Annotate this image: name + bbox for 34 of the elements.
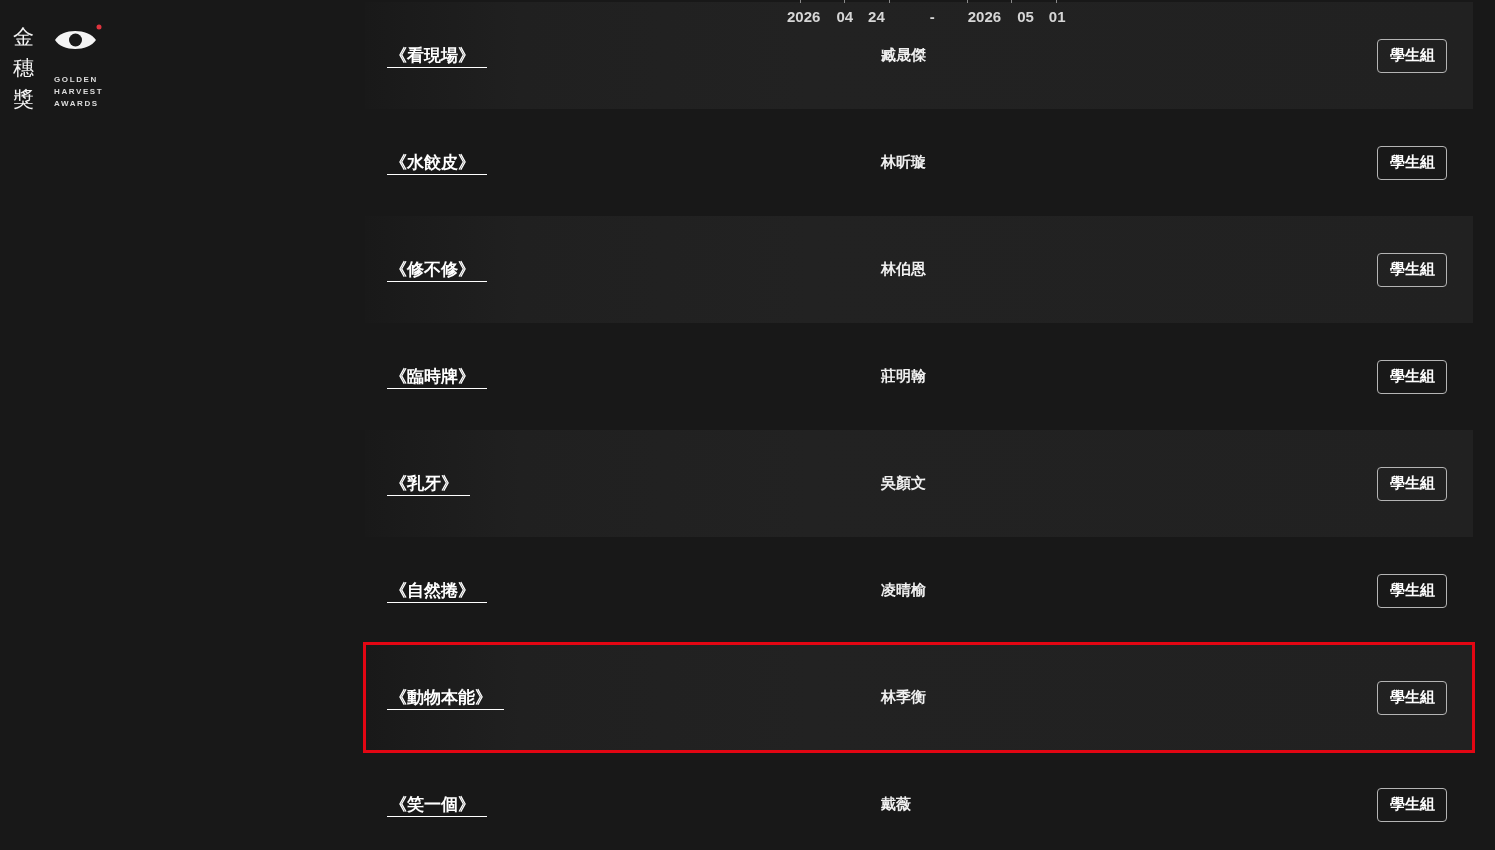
date-day[interactable]: 24 bbox=[868, 7, 885, 27]
category-button[interactable]: 學生組 bbox=[1377, 680, 1447, 715]
film-title-link[interactable]: 《笑一個》 bbox=[387, 792, 487, 817]
category-button[interactable]: 學生組 bbox=[1377, 573, 1447, 608]
date-month[interactable]: 05 bbox=[1017, 7, 1034, 27]
director-name: 戴薇 bbox=[881, 795, 911, 814]
category-button[interactable]: 學生組 bbox=[1377, 38, 1447, 73]
category-button[interactable]: 學生組 bbox=[1377, 359, 1447, 394]
category-button[interactable]: 學生組 bbox=[1377, 787, 1447, 822]
film-title-link[interactable]: 《水餃皮》 bbox=[387, 150, 487, 175]
date-year[interactable]: 2026 bbox=[787, 7, 821, 27]
date-day[interactable]: 01 bbox=[1048, 7, 1066, 27]
eye-logo-icon bbox=[54, 24, 102, 52]
director-name: 凌晴榆 bbox=[881, 581, 926, 600]
category-button[interactable]: 學生組 bbox=[1377, 466, 1447, 501]
director-name: 臧晟傑 bbox=[881, 46, 926, 65]
film-title-link[interactable]: 《修不修》 bbox=[387, 257, 487, 282]
director-name: 林伯恩 bbox=[881, 260, 926, 279]
director-name: 林昕璇 bbox=[881, 153, 926, 172]
category-button[interactable]: 學生組 bbox=[1377, 252, 1447, 287]
film-title-link[interactable]: 《乳牙》 bbox=[387, 471, 470, 496]
logo-chinese-text: 金穗獎 bbox=[13, 24, 34, 114]
director-name: 林季衡 bbox=[881, 688, 926, 707]
date-separator: - bbox=[929, 7, 935, 27]
date-month[interactable]: 04 bbox=[836, 7, 854, 27]
logo-english-text: GOLDEN HARVEST AWARDS bbox=[54, 74, 104, 110]
date-year[interactable]: 2026 bbox=[967, 7, 1002, 27]
category-button[interactable]: 學生組 bbox=[1377, 145, 1447, 180]
director-name: 吳顏文 bbox=[881, 474, 926, 493]
film-title-link[interactable]: 《看現場》 bbox=[387, 43, 487, 68]
film-title-link[interactable]: 《動物本能》 bbox=[387, 685, 504, 710]
film-title-link[interactable]: 《自然捲》 bbox=[387, 578, 487, 603]
director-name: 莊明翰 bbox=[881, 367, 926, 386]
film-title-link[interactable]: 《臨時牌》 bbox=[387, 364, 487, 389]
